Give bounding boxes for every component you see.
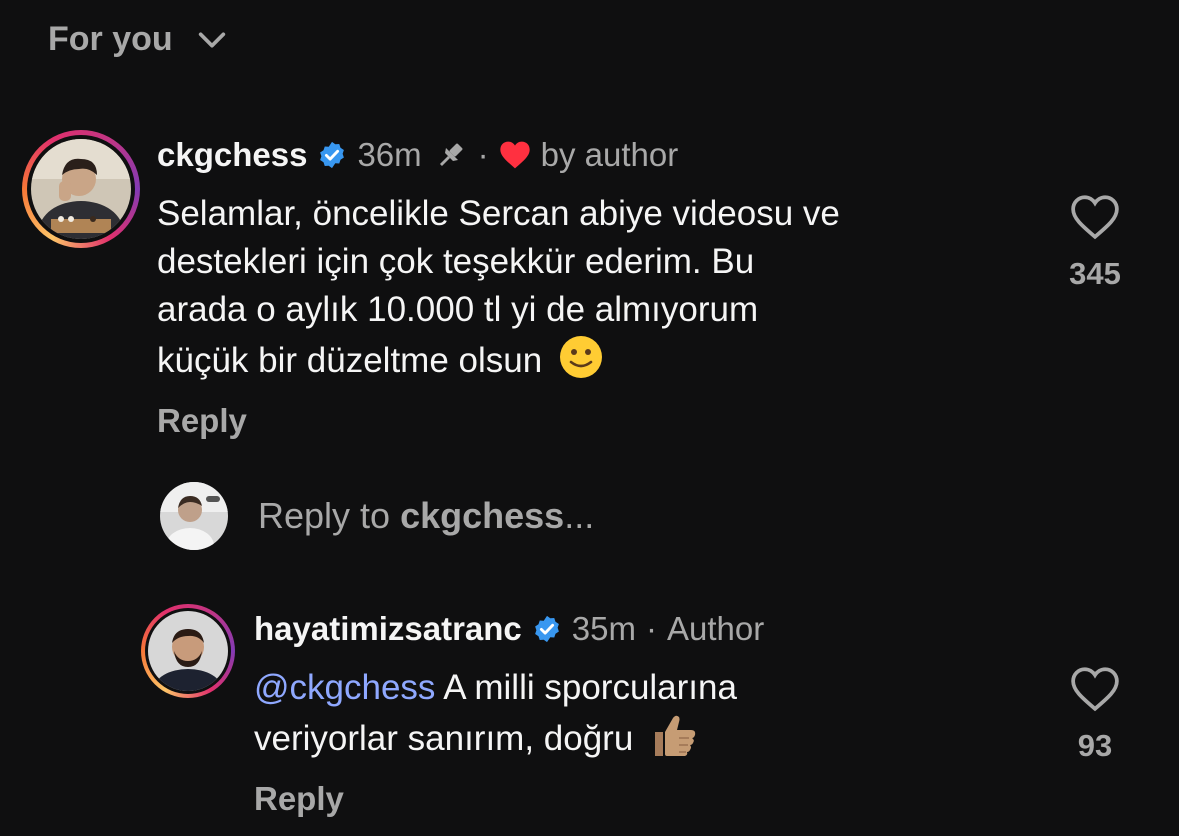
like-control: 93 bbox=[1060, 666, 1130, 764]
author-badge: Author bbox=[667, 610, 765, 647]
verified-badge-icon bbox=[320, 141, 345, 169]
comment-line: Selamlar, öncelikle Sercan abiye videosu… bbox=[157, 194, 840, 233]
profile-photo bbox=[31, 139, 131, 239]
comment-line: destekleri için çok teşekkür ederim. Bu bbox=[157, 242, 755, 281]
reply-input[interactable]: Reply to ckgchess... bbox=[160, 482, 594, 550]
heart-outline-icon[interactable] bbox=[1070, 666, 1120, 712]
comment-line-last: küçük bir düzeltme olsun bbox=[157, 334, 1037, 385]
heart-outline-icon[interactable] bbox=[1070, 194, 1120, 240]
like-control: 345 bbox=[1060, 194, 1130, 292]
pin-icon bbox=[439, 143, 463, 167]
reply-placeholder: Reply to ckgchess... bbox=[258, 495, 595, 536]
mention-link[interactable]: @ckgchess bbox=[254, 668, 435, 707]
username[interactable]: hayatimizsatranc bbox=[254, 610, 522, 648]
for-you-filter-dropdown[interactable]: For you bbox=[48, 20, 229, 59]
like-count: 93 bbox=[1077, 728, 1113, 763]
heart-filled-icon bbox=[499, 141, 530, 169]
reply-button[interactable]: Reply bbox=[254, 780, 344, 818]
profile-photo bbox=[160, 482, 228, 550]
comment-text: Selamlar, öncelikle Sercan abiye videosu… bbox=[157, 190, 1037, 385]
comment-line: @ckgchess A milli sporcularına bbox=[254, 664, 1034, 712]
liked-by-author-label: by author bbox=[540, 136, 679, 173]
chevron-down-icon bbox=[198, 31, 225, 48]
username[interactable]: ckgchess bbox=[157, 136, 307, 174]
timestamp: 36m bbox=[357, 136, 422, 173]
filter-label: For you bbox=[48, 20, 173, 58]
comment-line-last: veriyorlar sanırım, doğru bbox=[254, 712, 1034, 763]
verified-badge-icon bbox=[534, 615, 559, 643]
reply-button[interactable]: Reply bbox=[157, 402, 247, 440]
smiling-face-emoji-icon bbox=[559, 336, 602, 378]
timestamp: 35m bbox=[571, 610, 636, 647]
comment-meta: hayatimizsatranc 35m · Author bbox=[254, 610, 764, 648]
comment-line-text: küçük bir düzeltme olsun bbox=[157, 341, 543, 380]
profile-photo bbox=[148, 611, 228, 691]
like-count: 345 bbox=[1069, 256, 1121, 291]
separator-dot: · bbox=[646, 610, 657, 647]
avatar-ckgchess[interactable] bbox=[22, 130, 140, 248]
thumbs-up-emoji-icon bbox=[655, 715, 696, 756]
comment-text: @ckgchess A milli sporcularına veriyorla… bbox=[254, 664, 1034, 763]
comment-meta: ckgchess 36m · by author bbox=[157, 136, 678, 174]
comment-line-text: veriyorlar sanırım, doğru bbox=[254, 719, 634, 758]
comment-line-text: A milli sporcularına bbox=[443, 668, 737, 707]
current-user-avatar bbox=[160, 482, 228, 550]
avatar-hayatimizsatranc[interactable] bbox=[141, 604, 235, 698]
separator-dot: · bbox=[477, 136, 489, 173]
comment-line: arada o aylık 10.000 tl yi de almıyorum bbox=[157, 290, 759, 329]
